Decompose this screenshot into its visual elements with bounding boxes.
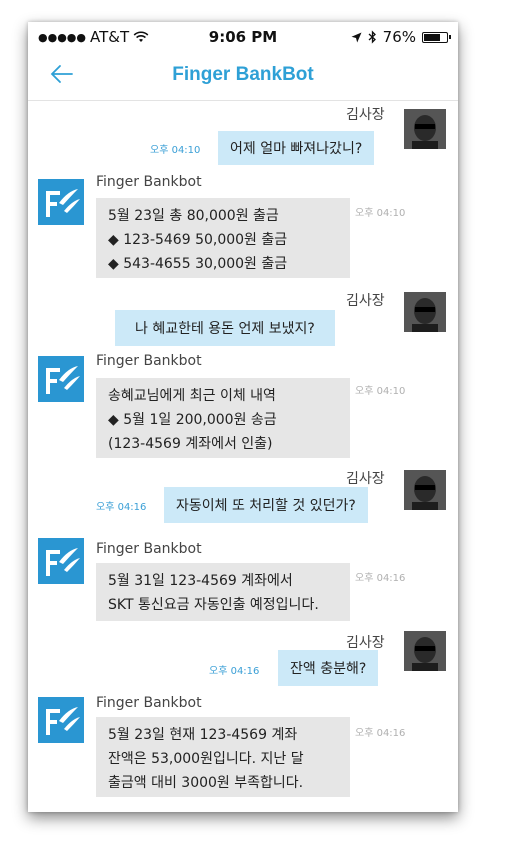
user-message-bubble: 잔액 충분해? (278, 650, 379, 686)
user-avatar (404, 109, 446, 149)
bot-message-line: SKT 통신요금 자동인출 예정입니다. (108, 597, 319, 613)
battery-percent: 76% (382, 28, 416, 46)
bot-message-line: 송혜교님에게 최근 이체 내역 (108, 388, 276, 404)
bot-logo-icon (38, 179, 84, 225)
user-message-bubble: 자동이체 또 처리할 것 있던가? (164, 487, 368, 523)
bot-name: Finger Bankbot (96, 174, 202, 190)
status-right: 76% (351, 28, 451, 46)
user-message-time: 오후 04:16 (96, 502, 147, 513)
user-name: 김사장 (346, 635, 385, 651)
bot-message-line: ◆ 5월 1일 200,000원 송금 (108, 412, 277, 428)
bot-message-time: 오후 04:10 (355, 386, 406, 397)
bot-message-bubble: 5월 31일 123-4569 계좌에서 SKT 통신요금 자동인출 예정입니다… (96, 563, 350, 621)
bot-message-time: 오후 04:16 (355, 728, 406, 739)
user-message-bubble: 어제 얼마 빠져나갔니? (218, 131, 375, 165)
bot-message-line: ◆ 123-5469 50,000원 출금 (108, 232, 288, 248)
phone-screen: ●●●●● AT&T 9:06 PM 76% Finger BankBot 김사… (28, 22, 458, 812)
bot-message-time: 오후 04:16 (355, 573, 406, 584)
bot-message-line: 출금액 대비 3000원 부족합니다. (108, 775, 304, 791)
bot-message-line: 5월 23일 총 80,000원 출금 (108, 208, 279, 224)
bot-message-line: 5월 31일 123-4569 계좌에서 (108, 573, 293, 589)
user-message-time: 오후 04:16 (209, 666, 260, 677)
user-name: 김사장 (346, 107, 385, 123)
bot-name: Finger Bankbot (96, 695, 202, 711)
battery-icon (422, 31, 451, 43)
bot-message-line: 5월 23일 현재 123-4569 계좌 (108, 727, 298, 743)
user-avatar (404, 470, 446, 510)
bot-message-bubble: 5월 23일 현재 123-4569 계좌 잔액은 53,000원입니다. 지난… (96, 717, 350, 797)
bot-logo-icon (38, 697, 84, 743)
user-message-time: 오후 04:10 (150, 145, 201, 156)
bot-message-line: (123-4569 계좌에서 인출) (108, 436, 273, 452)
bot-message-bubble: 5월 23일 총 80,000원 출금 ◆ 123-5469 50,000원 출… (96, 198, 350, 278)
bot-message-bubble: 송혜교님에게 최근 이체 내역 ◆ 5월 1일 200,000원 송금 (123… (96, 378, 350, 458)
location-arrow-icon (351, 32, 362, 42)
bot-message-time: 오후 04:10 (355, 208, 406, 219)
header-title: Finger BankBot (172, 64, 314, 85)
battery-fill (424, 33, 440, 41)
header: Finger BankBot (28, 52, 458, 101)
user-name: 김사장 (346, 293, 385, 309)
user-message-bubble: 나 혜교한테 용돈 언제 보냈지? (115, 310, 335, 346)
bot-logo-icon (38, 356, 84, 402)
status-bar: ●●●●● AT&T 9:06 PM 76% (28, 22, 458, 52)
bot-message-line: ◆ 543-4655 30,000원 출금 (108, 256, 288, 272)
user-avatar (404, 292, 446, 332)
bluetooth-icon (368, 30, 376, 44)
user-avatar (404, 631, 446, 671)
bot-name: Finger Bankbot (96, 353, 202, 369)
bot-name: Finger Bankbot (96, 541, 202, 557)
bot-message-line: 잔액은 53,000원입니다. 지난 달 (108, 751, 304, 767)
user-name: 김사장 (346, 471, 385, 487)
bot-logo-icon (38, 538, 84, 584)
